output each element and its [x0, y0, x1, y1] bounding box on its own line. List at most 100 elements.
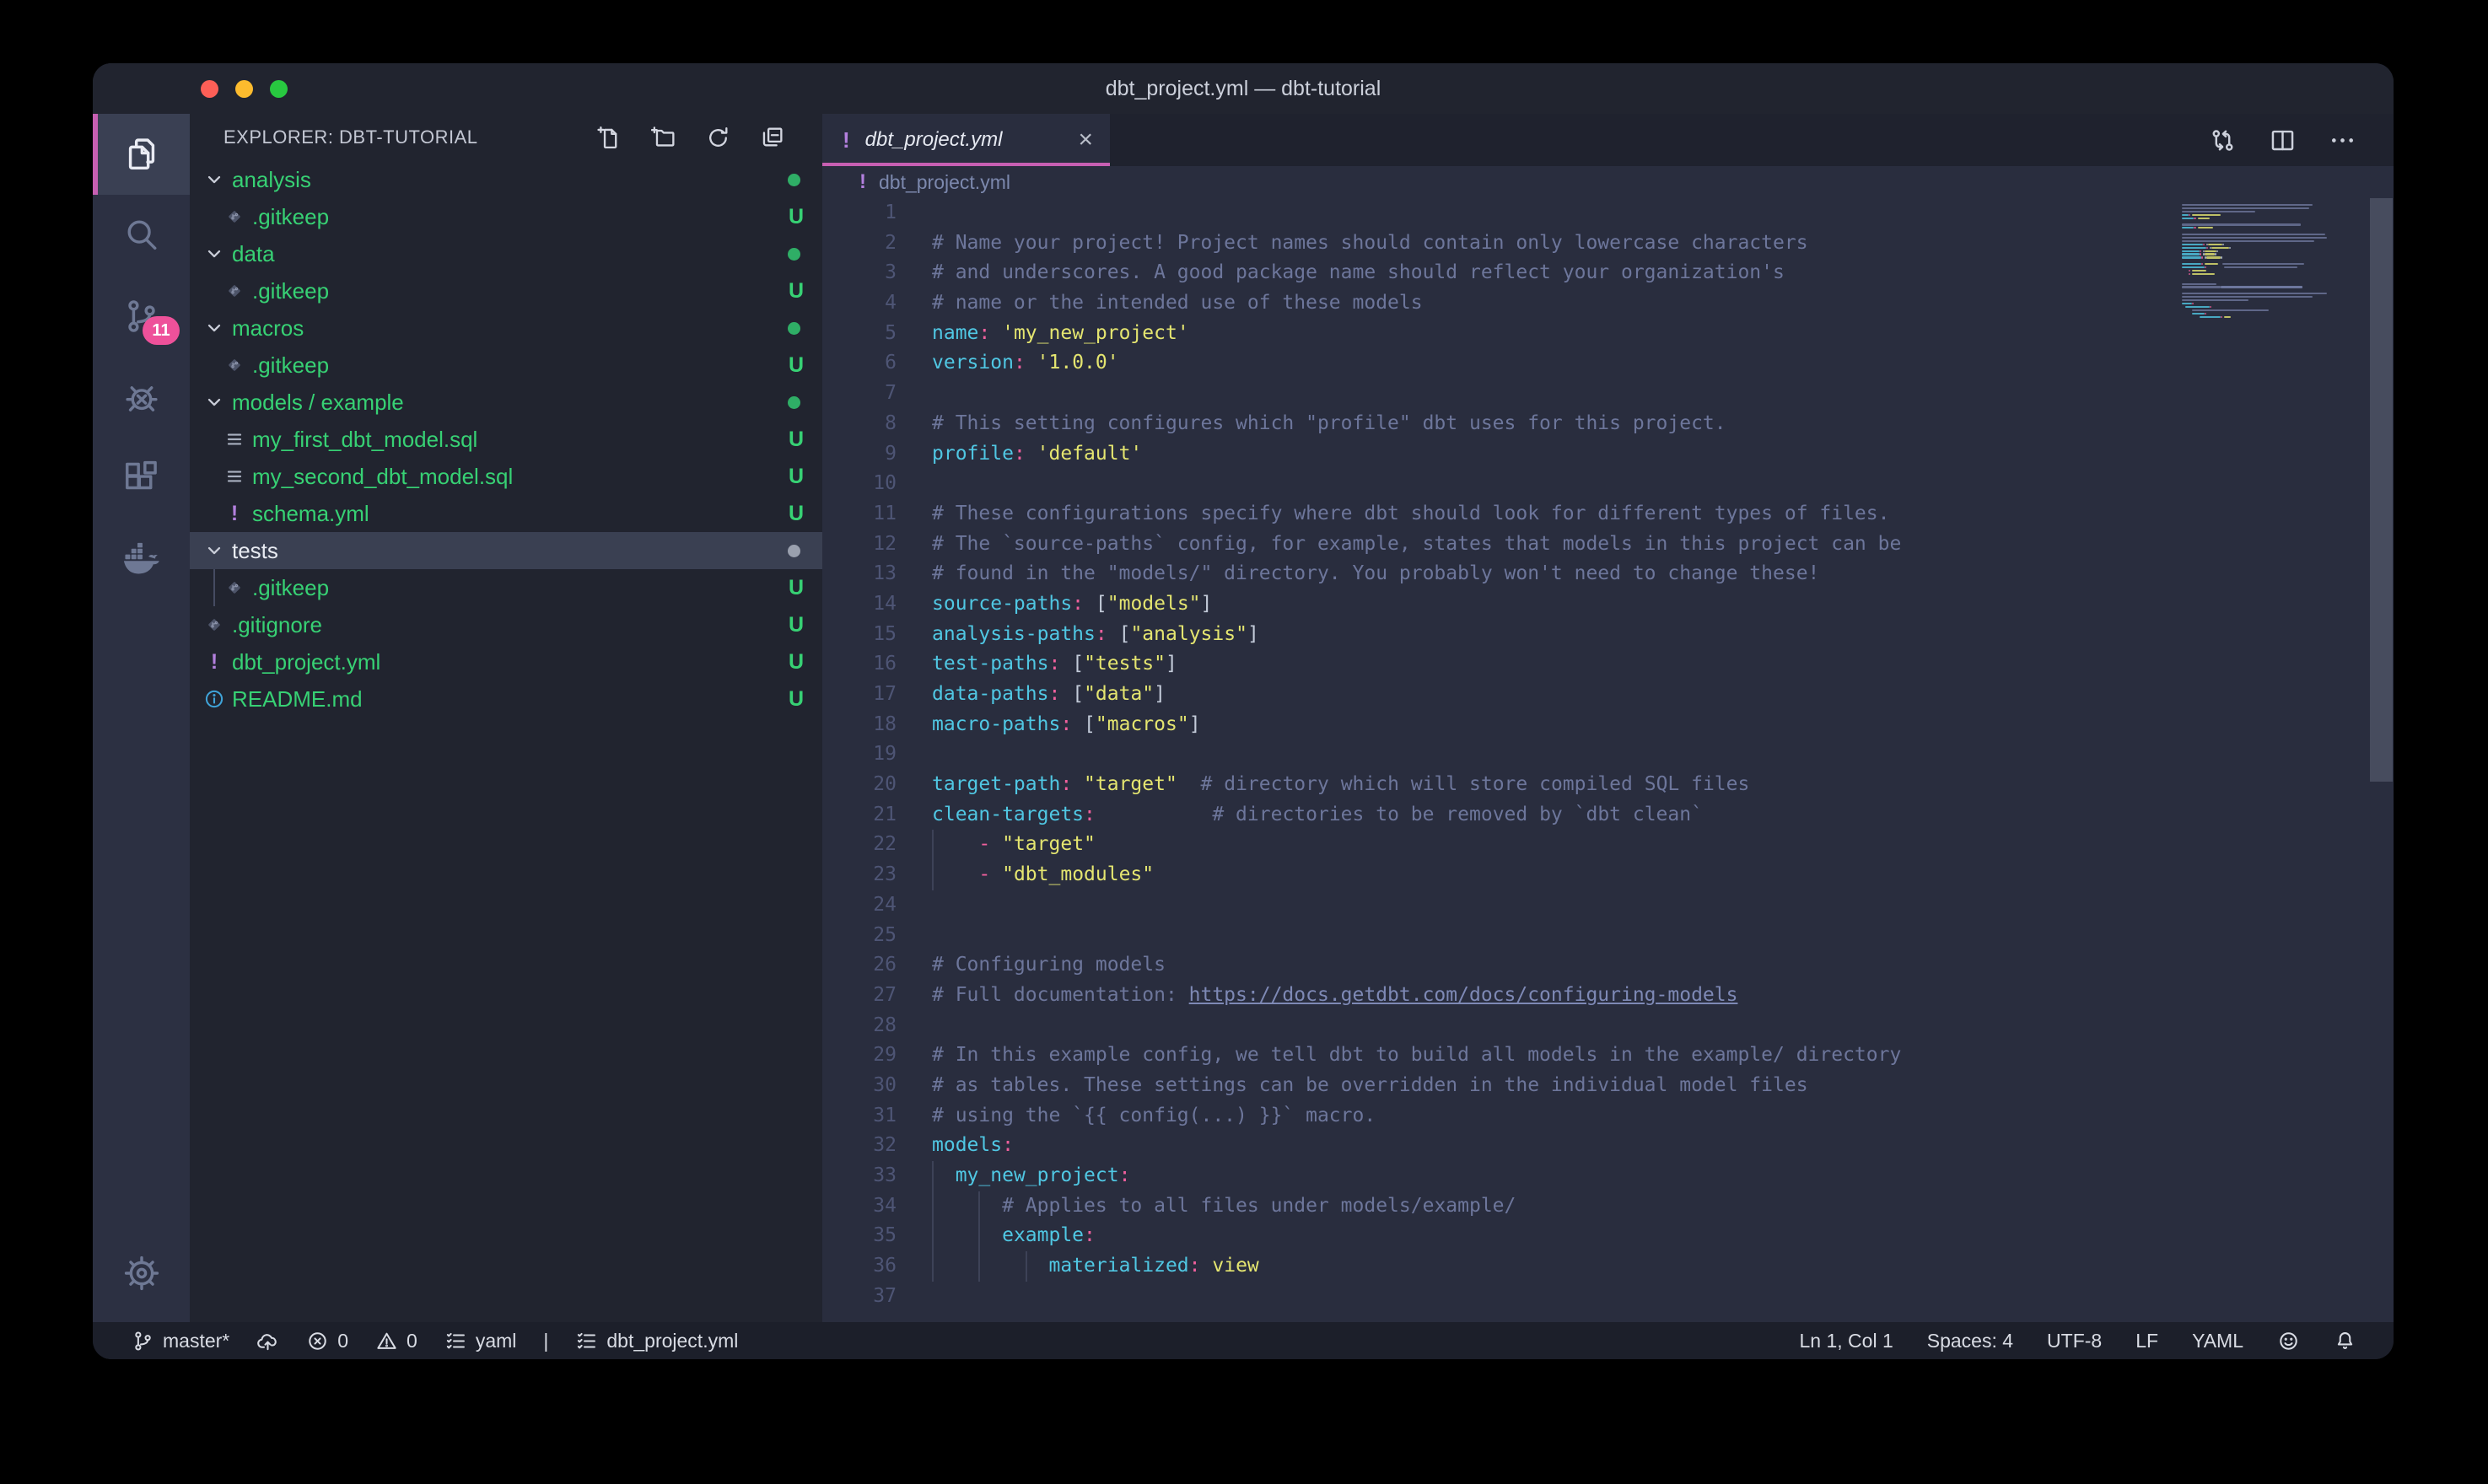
- yaml-file-icon: !: [223, 502, 245, 526]
- extensions-icon: [122, 459, 161, 497]
- status-bar: master*00yaml|dbt_project.yml Ln 1, Col …: [93, 1322, 2394, 1359]
- minimap-line: [2205, 266, 2206, 268]
- line-number: 12: [822, 530, 897, 560]
- status-item-branch-indicator[interactable]: master*: [132, 1330, 229, 1352]
- status-item-feedback[interactable]: [2277, 1330, 2300, 1352]
- code-line: 36 materialized: view: [822, 1251, 2394, 1282]
- status-item-encoding[interactable]: UTF-8: [2047, 1330, 2102, 1352]
- search-icon: [122, 216, 161, 255]
- minimize-button[interactable]: [235, 80, 253, 98]
- line-number: 28: [822, 1011, 897, 1041]
- yaml-file-icon: !: [203, 650, 225, 675]
- tree-item[interactable]: README.mdU: [190, 680, 822, 718]
- tree-item[interactable]: my_second_dbt_model.sql U: [190, 458, 822, 495]
- status-label: Ln 1, Col 1: [1800, 1330, 1893, 1352]
- tab-dbt-project-yml[interactable]: ! dbt_project.yml ×: [822, 114, 1110, 166]
- activity-bar-item-docker[interactable]: [93, 519, 190, 600]
- tree-item[interactable]: .gitkeepU: [190, 569, 822, 606]
- line-number: 9: [822, 439, 897, 470]
- split-editor-icon[interactable]: [2269, 126, 2297, 154]
- scm-changes-badge: 11: [143, 316, 180, 345]
- bell-icon: [2334, 1330, 2356, 1352]
- scrollbar-thumb[interactable]: [2370, 198, 2393, 782]
- breadcrumb[interactable]: ! dbt_project.yml: [822, 166, 2394, 198]
- line-number: 22: [822, 830, 897, 860]
- collapse-folders-icon[interactable]: [759, 125, 785, 151]
- activity-bar-item-explorer[interactable]: [93, 114, 190, 195]
- tree-item[interactable]: macros: [190, 309, 822, 347]
- status-item-errors[interactable]: 0: [306, 1330, 348, 1352]
- git-untracked-badge: U: [789, 502, 804, 526]
- code-line: 5name: 'my_new_project': [822, 319, 2394, 349]
- minimap[interactable]: [2182, 201, 2351, 538]
- status-item-yaml-schema-file[interactable]: dbt_project.yml: [575, 1330, 738, 1352]
- code-editor[interactable]: 12# Name your project! Project names sho…: [822, 198, 2394, 1322]
- status-item-yaml-schema[interactable]: yaml: [444, 1330, 517, 1352]
- close-button[interactable]: [201, 80, 218, 98]
- indent-guide: [932, 860, 934, 890]
- line-number: 37: [822, 1282, 897, 1312]
- activity-bar-item-source-control[interactable]: 11: [93, 276, 190, 357]
- git-modified-dot: [788, 396, 800, 409]
- line-number: 32: [822, 1131, 897, 1161]
- smiley-icon: [2277, 1330, 2300, 1352]
- minimap-line: [2192, 273, 2215, 275]
- refresh-explorer-icon[interactable]: [705, 125, 731, 151]
- zoom-button[interactable]: [270, 80, 288, 98]
- line-number: 31: [822, 1101, 897, 1132]
- line-number: 2: [822, 229, 897, 259]
- window-title: dbt_project.yml — dbt-tutorial: [93, 77, 2394, 101]
- new-folder-icon[interactable]: [651, 125, 677, 151]
- close-tab-icon[interactable]: ×: [1078, 127, 1093, 153]
- tree-item[interactable]: .gitkeepU: [190, 347, 822, 384]
- tree-item[interactable]: !schema.ymlU: [190, 495, 822, 532]
- tree-item[interactable]: .gitkeepU: [190, 272, 822, 309]
- activity-bar-item-search[interactable]: [93, 195, 190, 276]
- git-untracked-badge: U: [789, 353, 804, 378]
- code-line: 34 # Applies to all files under models/e…: [822, 1191, 2394, 1222]
- status-item-notifications[interactable]: [2334, 1330, 2356, 1352]
- open-changes-icon[interactable]: [2209, 126, 2237, 154]
- activity-bar-item-extensions[interactable]: [93, 438, 190, 519]
- minimap-line: [2205, 263, 2219, 265]
- status-item-publish-changes[interactable]: [256, 1330, 279, 1352]
- tree-item[interactable]: tests: [190, 532, 822, 569]
- code-line: 18macro-paths: ["macros"]: [822, 710, 2394, 740]
- status-right: Ln 1, Col 1 Spaces: 4 UTF-8 LF YAML: [1800, 1330, 2357, 1352]
- tree-item-label: my_second_dbt_model.sql: [252, 464, 513, 490]
- line-number: 11: [822, 499, 897, 530]
- git-modified-dot: [788, 322, 800, 335]
- tree-item-label: .gitkeep: [252, 575, 329, 601]
- tree-item[interactable]: my_first_dbt_model.sqlU: [190, 421, 822, 458]
- activity-bar-item-run-debug[interactable]: [93, 357, 190, 438]
- status-item-indentation[interactable]: Spaces: 4: [1927, 1330, 2013, 1352]
- status-item-eol[interactable]: LF: [2135, 1330, 2158, 1352]
- status-item-warnings[interactable]: 0: [375, 1330, 417, 1352]
- more-actions-icon[interactable]: [2329, 126, 2356, 154]
- activity-bar-item-settings[interactable]: [93, 1233, 190, 1314]
- tree-item[interactable]: analysis: [190, 161, 822, 198]
- minimap-line: [2182, 244, 2203, 245]
- chevron-down-icon: [203, 391, 225, 413]
- tree-item[interactable]: data: [190, 235, 822, 272]
- status-item-cursor-position[interactable]: Ln 1, Col 1: [1800, 1330, 1893, 1352]
- tree-item[interactable]: models / example: [190, 384, 822, 421]
- status-item-language-mode[interactable]: YAML: [2192, 1330, 2243, 1352]
- git-modified-dot: [788, 174, 800, 186]
- minimap-line: [2182, 263, 2201, 265]
- new-file-icon[interactable]: [597, 125, 623, 151]
- minimap-line: [2182, 218, 2194, 219]
- tree-item-label: README.md: [232, 686, 363, 712]
- tree-item[interactable]: .gitkeepU: [190, 198, 822, 235]
- git-untracked-badge: U: [789, 465, 804, 489]
- code-line: 23 - "dbt_modules": [822, 860, 2394, 890]
- minimap-line: [2182, 286, 2221, 288]
- tree-item[interactable]: !dbt_project.ymlU: [190, 643, 822, 680]
- minimap-line: [2182, 211, 2255, 212]
- warning-triangle-icon: [375, 1330, 398, 1352]
- minimap-line: [2201, 263, 2203, 265]
- titlebar[interactable]: dbt_project.yml — dbt-tutorial: [93, 63, 2394, 114]
- git-diamond-icon: [223, 577, 245, 599]
- tree-item[interactable]: .gitignoreU: [190, 606, 822, 643]
- tree-item-label: data: [232, 241, 275, 267]
